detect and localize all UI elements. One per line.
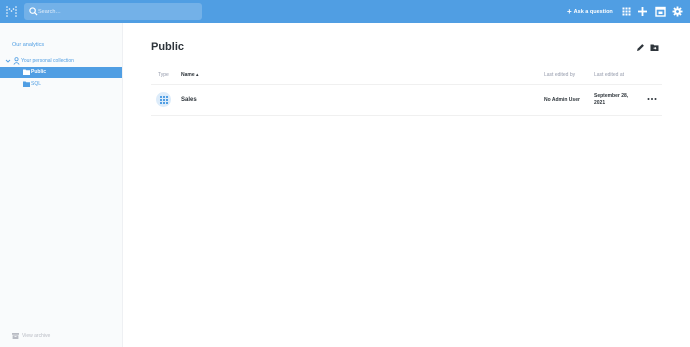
gear-icon[interactable] <box>672 6 683 17</box>
sidebar: Our analytics Your personal collection P… <box>0 23 123 347</box>
row-divider <box>151 115 662 116</box>
sidebar-item-personal-collection[interactable]: Your personal collection <box>0 56 122 67</box>
search-icon <box>29 7 38 16</box>
folder-icon <box>23 69 30 75</box>
plus-icon: + <box>567 6 572 16</box>
ask-question-label: Ask a question <box>573 8 613 15</box>
page-title: Public <box>151 41 185 53</box>
ask-question-button[interactable]: + Ask a question <box>567 6 613 17</box>
column-header-name-label: Name <box>181 72 195 78</box>
move-folder-icon[interactable] <box>650 43 659 52</box>
sidebar-item-sql[interactable]: SQL <box>0 79 122 90</box>
plus-icon[interactable] <box>637 6 648 17</box>
archive-icon <box>12 333 19 339</box>
search-box[interactable] <box>24 3 202 20</box>
chevron-down-icon[interactable] <box>5 58 11 64</box>
calendar-icon[interactable] <box>655 6 666 17</box>
view-archive-label: View archive <box>22 333 51 339</box>
person-icon <box>13 57 20 65</box>
item-last-edited-by: No Admin User <box>544 97 580 103</box>
grid-icon <box>159 95 168 104</box>
grid-icon[interactable] <box>621 6 632 17</box>
column-header-type: Type <box>158 72 169 78</box>
sort-ascending-icon: ▴ <box>196 72 199 78</box>
search-input[interactable] <box>38 5 196 18</box>
pencil-icon[interactable] <box>636 43 645 52</box>
column-header-name[interactable]: Name ▴ <box>181 72 199 78</box>
sidebar-item-label: SQL <box>31 81 42 87</box>
folder-icon <box>23 81 30 87</box>
item-icon-badge <box>156 92 171 107</box>
item-name[interactable]: Sales <box>181 97 197 103</box>
sidebar-item-label: Your personal collection <box>21 58 74 64</box>
sidebar-item-label: Public <box>31 69 47 75</box>
view-archive-link[interactable]: View archive <box>12 333 50 339</box>
metabase-logo-icon[interactable] <box>6 6 17 17</box>
top-nav-bar: + Ask a question <box>0 0 690 23</box>
column-header-last-edited-at: Last edited at <box>594 72 625 78</box>
item-last-edited-at: September 28, 2021 <box>594 93 629 106</box>
our-analytics-link[interactable]: Our analytics <box>12 42 44 48</box>
ellipsis-icon[interactable] <box>647 96 657 102</box>
header-divider <box>151 84 662 85</box>
column-header-last-edited-by: Last edited by <box>544 72 576 78</box>
sidebar-item-public[interactable]: Public <box>0 67 122 78</box>
